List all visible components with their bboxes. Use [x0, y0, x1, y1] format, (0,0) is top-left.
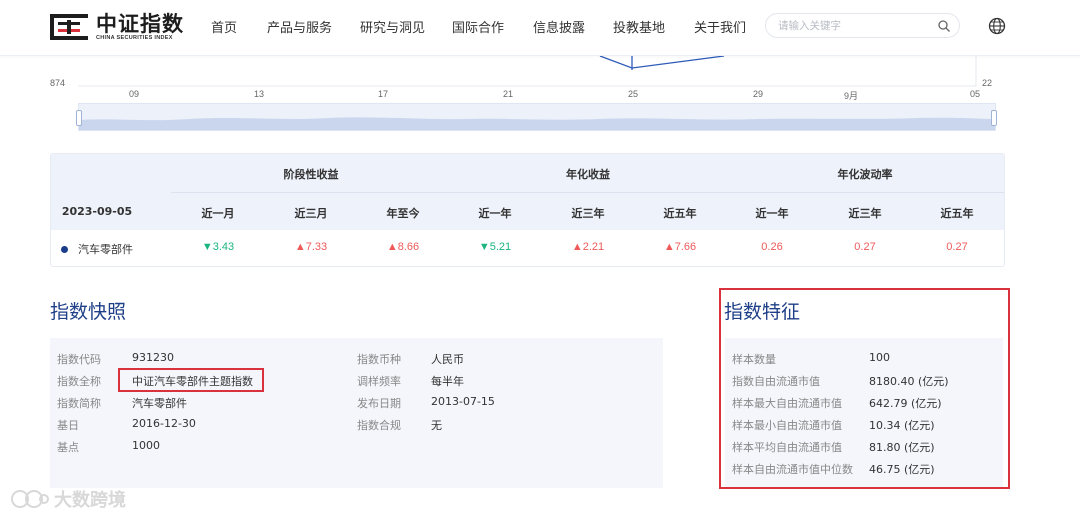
col-header: 年至今 [386, 207, 420, 220]
snapshot-value: 无 [431, 419, 442, 432]
logo-mark-icon [50, 14, 88, 40]
snapshot-label: 指数代码 [57, 353, 101, 366]
series-dot-icon [61, 245, 68, 253]
x-tick: 29 [753, 89, 764, 99]
nav-about[interactable]: 关于我们 [694, 17, 746, 36]
slider-overview [79, 117, 995, 130]
y-axis-left-label: 874 [50, 78, 66, 88]
table-cell: 0.27 [946, 241, 968, 253]
col-header: 近一月 [201, 207, 235, 220]
nav-research[interactable]: 研究与洞见 [360, 17, 425, 36]
nav-international[interactable]: 国际合作 [452, 17, 504, 36]
col-header: 近五年 [663, 207, 697, 220]
slider-handle-right[interactable] [991, 110, 997, 126]
table-cell: 0.26 [761, 241, 783, 253]
snapshot-value: 931230 [132, 351, 174, 364]
x-tick: 25 [628, 89, 639, 99]
snapshot-value: 每半年 [431, 375, 464, 388]
snapshot-value: 人民币 [431, 353, 464, 366]
top-header: 中证指数 CHINA SECURITIES INDEX 首页 产品与服务 研究与… [0, 0, 1080, 56]
table-cell: 0.27 [854, 241, 876, 253]
nav-disclosure[interactable]: 信息披露 [533, 17, 585, 36]
watermark-text: 大数跨境 [54, 490, 126, 511]
snapshot-label: 指数全称 [57, 375, 101, 388]
snapshot-label: 指数合规 [357, 419, 401, 432]
nav-education[interactable]: 投教基地 [613, 17, 665, 36]
search-input[interactable] [778, 18, 928, 34]
col-header: 近三月 [294, 207, 328, 220]
site-logo[interactable]: 中证指数 CHINA SECURITIES INDEX [50, 12, 184, 42]
group-period-return: 阶段性收益 [283, 168, 339, 181]
features-highlight-box [719, 288, 1010, 489]
table-cell: ▼3.43 [201, 241, 235, 253]
col-header: 近三年 [848, 207, 882, 220]
y-axis-right-label: 22 [982, 78, 993, 88]
x-tick: 13 [254, 89, 265, 99]
x-tick: 09 [129, 89, 140, 99]
col-header: 近五年 [940, 207, 974, 220]
snapshot-value: 2016-12-30 [132, 417, 196, 430]
table-row-name: 汽车零部件 [61, 241, 133, 257]
snapshot-value: 汽车零部件 [132, 397, 187, 410]
performance-table: 阶段性收益 年化收益 年化波动率 2023-09-05 近一月 近三月 年至今 … [50, 153, 1005, 267]
x-tick: 17 [378, 89, 389, 99]
index-line [599, 56, 725, 69]
nav-home[interactable]: 首页 [211, 17, 237, 36]
x-tick: 21 [503, 89, 514, 99]
table-cell: ▲7.66 [663, 241, 697, 253]
snapshot-label: 基点 [57, 441, 79, 454]
col-header: 近一年 [755, 207, 789, 220]
snapshot-label: 调样频率 [357, 375, 401, 388]
slider-handle-left[interactable] [76, 110, 82, 126]
group-annual-return: 年化收益 [566, 168, 610, 181]
table-cell: ▲8.66 [386, 241, 420, 253]
globe-icon[interactable] [988, 17, 1006, 35]
watermark: 大数跨境 [10, 486, 126, 512]
group-annual-volatility: 年化波动率 [837, 168, 893, 181]
table-cell: ▲7.33 [294, 241, 328, 253]
search-box [765, 13, 960, 38]
snapshot-value: 2013-07-15 [431, 395, 495, 408]
x-tick: 05 [970, 89, 981, 99]
logo-text-en: CHINA SECURITIES INDEX [96, 35, 173, 41]
snapshot-label: 指数币种 [357, 353, 401, 366]
snapshot-label: 发布日期 [357, 397, 401, 410]
nav-products[interactable]: 产品与服务 [267, 17, 332, 36]
search-icon[interactable] [937, 19, 951, 33]
col-header: 近三年 [571, 207, 605, 220]
snapshot-label: 基日 [57, 419, 79, 432]
table-cell: ▲2.21 [571, 241, 605, 253]
x-tick: 9月 [844, 91, 859, 101]
range-slider[interactable] [78, 103, 996, 131]
index-name: 汽车零部件 [78, 243, 133, 256]
fullname-highlight-box [118, 368, 264, 392]
snapshot-title: 指数快照 [50, 301, 127, 323]
group-divider [171, 192, 1004, 193]
logo-text-cn: 中证指数 [96, 12, 184, 36]
col-header: 近一年 [478, 207, 512, 220]
snapshot-label: 指数简称 [57, 397, 101, 410]
table-cell: ▼5.21 [478, 241, 512, 253]
snapshot-value: 1000 [132, 439, 160, 452]
watermark-logo-icon [11, 490, 49, 508]
date-label: 2023-09-05 [61, 205, 133, 218]
